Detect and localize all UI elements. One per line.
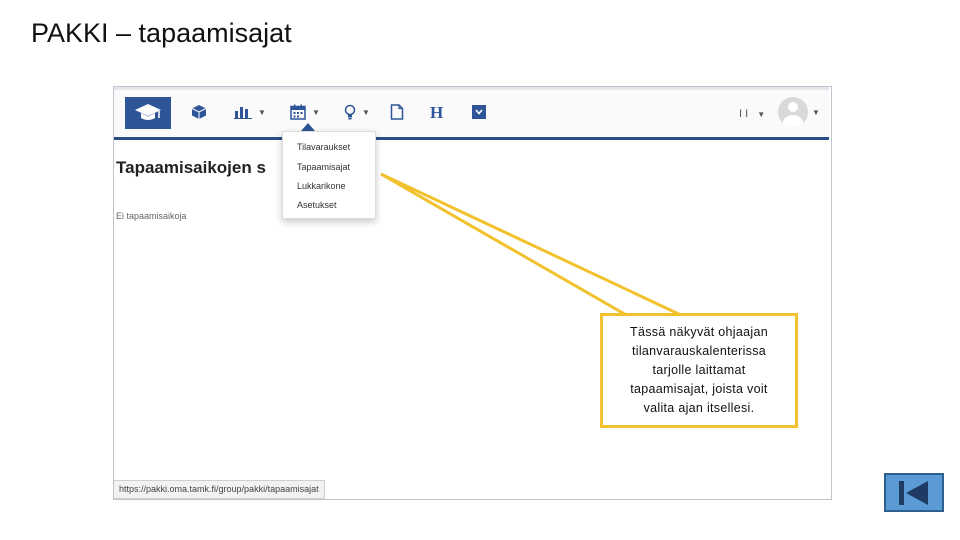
chevron-down-icon[interactable]: ▼	[812, 108, 820, 117]
avatar[interactable]	[778, 97, 808, 127]
callout-box: Tässä näkyvät ohjaajan tilanvarauskalent…	[600, 313, 798, 428]
browser-strip	[114, 87, 829, 90]
chevron-down-icon: ▼	[362, 107, 370, 117]
chevron-down-icon: ▼	[757, 110, 766, 119]
first-slide-button[interactable]	[884, 473, 944, 512]
cube-icon[interactable]	[191, 100, 207, 124]
menu-item-asetukset[interactable]: Asetukset	[297, 200, 337, 210]
svg-text:H: H	[430, 104, 443, 120]
calendar-menu[interactable]: ▼	[290, 100, 320, 124]
app-screenshot: ▼ ▼ ▼ H I I ▼ ▼ Tapaamisaikojen s Ei tap…	[113, 86, 832, 500]
app-toolbar: ▼ ▼ ▼ H I I ▼ ▼	[114, 87, 829, 140]
lightbulb-icon	[344, 104, 356, 120]
bar-chart-icon	[234, 107, 252, 119]
chevron-down-icon: ▼	[258, 107, 266, 117]
dropdown-box-icon[interactable]	[472, 100, 486, 124]
status-bar-url: https://pakki.oma.tamk.fi/group/pakki/ta…	[114, 480, 325, 499]
user-initials: I I	[739, 108, 749, 120]
menu-item-tilavaraukset[interactable]: Tilavaraukset	[297, 142, 350, 152]
document-icon[interactable]	[390, 100, 404, 124]
graduation-cap-icon[interactable]	[125, 97, 171, 129]
calendar-dropdown-menu: Tilavaraukset Tapaamisajat Lukkarikone A…	[282, 131, 376, 219]
calendar-icon	[290, 104, 306, 120]
menu-item-lukkarikone[interactable]: Lukkarikone	[297, 181, 346, 191]
lightbulb-menu[interactable]: ▼	[344, 100, 370, 124]
empty-state-message: Ei tapaamisaikoja	[116, 211, 187, 221]
menu-item-tapaamisajat[interactable]: Tapaamisajat	[297, 162, 350, 172]
h-icon[interactable]: H	[429, 100, 445, 124]
dropdown-pointer	[301, 123, 315, 131]
user-menu[interactable]: I I ▼	[739, 108, 765, 120]
skip-to-start-icon	[899, 480, 928, 505]
page-title: Tapaamisaikojen s	[116, 158, 266, 177]
slide-title: PAKKI – tapaamisajat	[31, 18, 292, 48]
bar-chart-menu[interactable]: ▼	[234, 100, 266, 124]
callout-text: Tässä näkyvät ohjaajan tilanvarauskalent…	[630, 325, 768, 415]
chevron-down-icon: ▼	[312, 107, 320, 117]
